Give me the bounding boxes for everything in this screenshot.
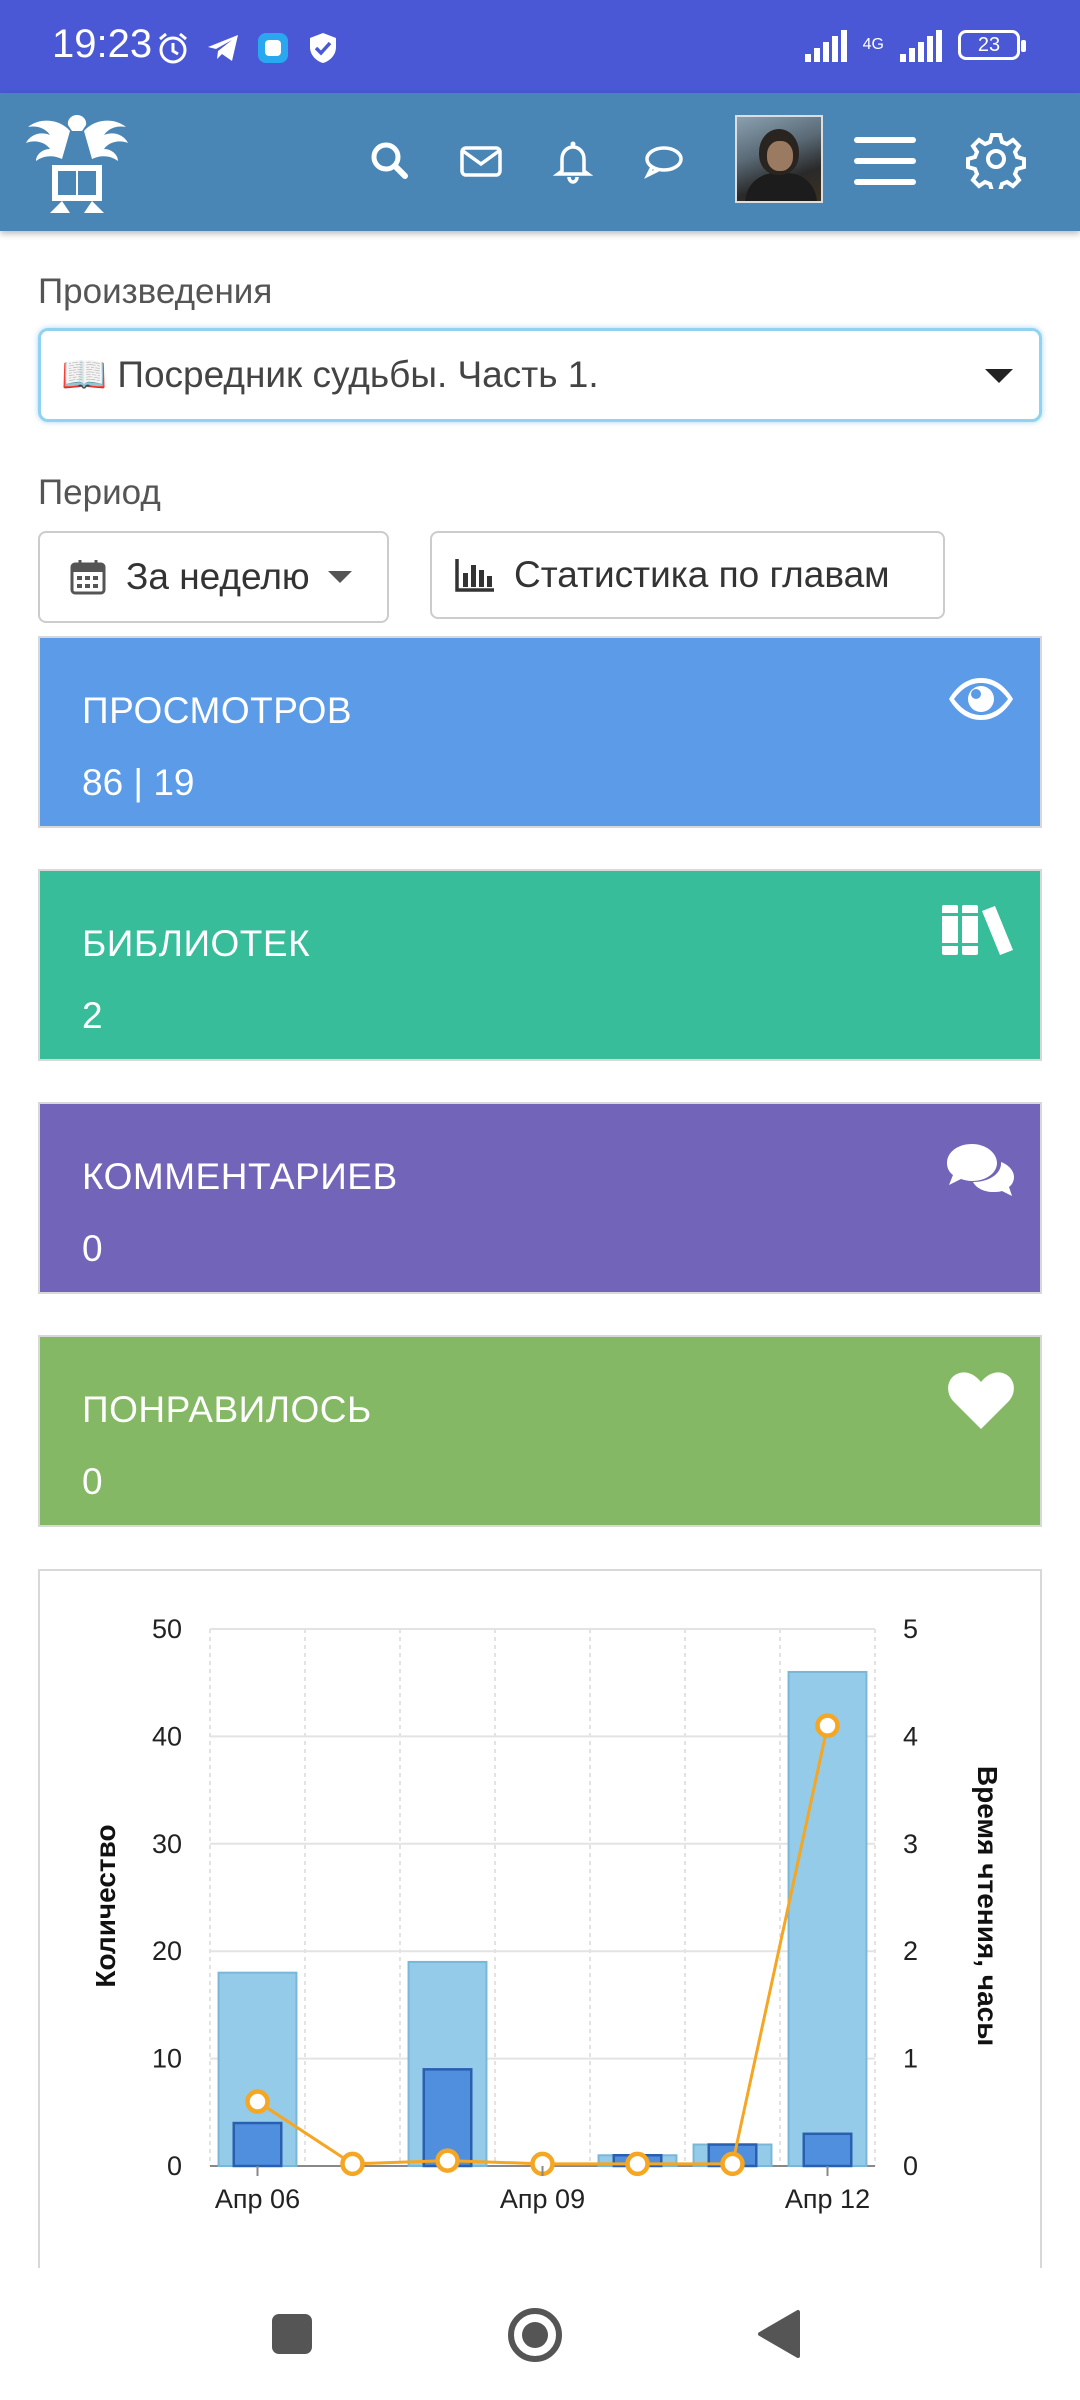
chart-container: 0 10 20 30 40 50 0 1 2 3 4 5 Апр 06 Апр 09 Апр 12 Коли… — [38, 1569, 1042, 2269]
chart-grid — [209, 1628, 876, 2167]
y-tick-label: 20 — [152, 1936, 182, 1966]
y-right-tick-label: 5 — [903, 1614, 918, 1644]
gear-icon[interactable] — [966, 129, 1026, 189]
card-views: ПРОСМОТРОВ 86 | 19 — [38, 636, 1042, 828]
app-icon — [258, 33, 288, 63]
card-value: 0 — [82, 1461, 103, 1502]
line-point — [720, 2151, 745, 2177]
x-tick-label: Апр 09 — [500, 2184, 585, 2214]
telegram-icon — [208, 35, 238, 61]
card-title: ПРОСМОТРОВ — [82, 690, 353, 731]
chart-line — [245, 1713, 840, 2177]
search-icon[interactable] — [362, 133, 418, 189]
chevron-down-icon — [985, 369, 1013, 383]
y-right-tick-label: 2 — [903, 1936, 918, 1966]
card-title: КОММЕНТАРИЕВ — [82, 1156, 398, 1197]
y-tick-label: 50 — [152, 1614, 182, 1644]
eye-icon — [949, 678, 1013, 720]
signal-4g-icon: 4G — [863, 37, 884, 53]
card-title: БИБЛИОТЕК — [82, 923, 311, 964]
home-icon[interactable] — [506, 2306, 564, 2364]
signal-icon — [804, 30, 847, 62]
back-icon[interactable] — [756, 2308, 802, 2360]
chat-icon[interactable] — [636, 133, 692, 189]
battery-level: 23 — [977, 34, 1001, 56]
x-tick-label: Апр 12 — [785, 2184, 870, 2214]
avatar-body — [745, 173, 817, 201]
status-bar: 19:23 4G 23 — [0, 0, 1080, 93]
y-right-tick-label: 0 — [903, 2151, 918, 2181]
chart-bars — [217, 1670, 868, 2168]
shield-icon — [310, 33, 336, 63]
status-time: 19:23 — [52, 22, 153, 66]
line-point — [625, 2151, 650, 2177]
menu-icon[interactable] — [852, 131, 918, 191]
comments-icon — [947, 1144, 1014, 1196]
card-value: 86 | 19 — [82, 762, 195, 803]
chapters-stats-button[interactable]: Статистика по главам — [430, 531, 945, 619]
y-axis-label: Количество — [90, 1824, 121, 1987]
works-label: Произведения — [38, 272, 273, 311]
bell-icon[interactable] — [545, 133, 601, 189]
signal-4g-bars — [900, 30, 942, 62]
recent-apps-icon[interactable] — [270, 2312, 314, 2356]
card-comments: КОММЕНТАРИЕВ 0 — [38, 1102, 1042, 1294]
avatar[interactable] — [735, 115, 823, 203]
x-tick-label: Апр 06 — [215, 2184, 300, 2214]
chevron-down-icon — [327, 571, 352, 583]
network-type: 4G — [862, 36, 884, 53]
period-label: Период — [38, 473, 161, 512]
line-point — [815, 1713, 840, 1738]
calendar-icon — [70, 560, 106, 595]
y-tick-label: 40 — [152, 1721, 182, 1751]
line-point — [245, 2089, 270, 2114]
line-point — [340, 2151, 365, 2177]
reading-time-line — [256, 1725, 829, 2166]
y-right-tick-label: 3 — [903, 1829, 918, 1859]
card-title: ПОНРАВИЛОСЬ — [82, 1389, 372, 1430]
card-value: 0 — [82, 1228, 103, 1269]
books-icon — [942, 905, 1013, 955]
y-tick-label: 0 — [167, 2151, 182, 2181]
period-dropdown[interactable]: За неделю — [38, 531, 389, 623]
status-left-icons — [155, 30, 341, 66]
avatar-face — [767, 141, 793, 171]
bar-outer — [787, 1670, 868, 2168]
app-header — [0, 93, 1080, 231]
period-dropdown-label: За неделю — [126, 556, 310, 597]
line-point — [435, 2148, 460, 2173]
y-right-tick-label: 4 — [903, 1721, 918, 1751]
alarm-icon — [159, 32, 187, 64]
y-tick-label: 10 — [152, 2044, 182, 2074]
mail-icon[interactable] — [453, 133, 509, 189]
heart-icon — [948, 1372, 1014, 1429]
bar-inner — [232, 2121, 283, 2168]
works-selected-value: 📖 Посредник судьбы. Часть 1. — [61, 353, 599, 395]
bar-chart-icon — [455, 559, 494, 592]
status-right-icons: 4G 23 — [803, 28, 1026, 62]
logo-eagle-icon[interactable] — [22, 107, 132, 217]
battery-icon: 23 — [958, 30, 1026, 60]
chart: 0 10 20 30 40 50 0 1 2 3 4 5 Апр 06 Апр 09 Апр 12 Коли… — [90, 1614, 1003, 2214]
y-axis-right-label: Время чтения, часы — [972, 1766, 1003, 2046]
bar-inner — [802, 2132, 853, 2168]
card-libraries: БИБЛИОТЕК 2 — [38, 869, 1042, 1061]
card-value: 2 — [82, 995, 103, 1036]
y-tick-label: 30 — [152, 1829, 182, 1859]
chapters-stats-label: Статистика по главам — [514, 554, 890, 595]
card-likes: ПОНРАВИЛОСЬ 0 — [38, 1335, 1042, 1527]
y-right-tick-label: 1 — [903, 2044, 918, 2074]
works-select[interactable]: 📖 Посредник судьбы. Часть 1. — [38, 328, 1042, 422]
system-nav-bar — [0, 2268, 1080, 2400]
